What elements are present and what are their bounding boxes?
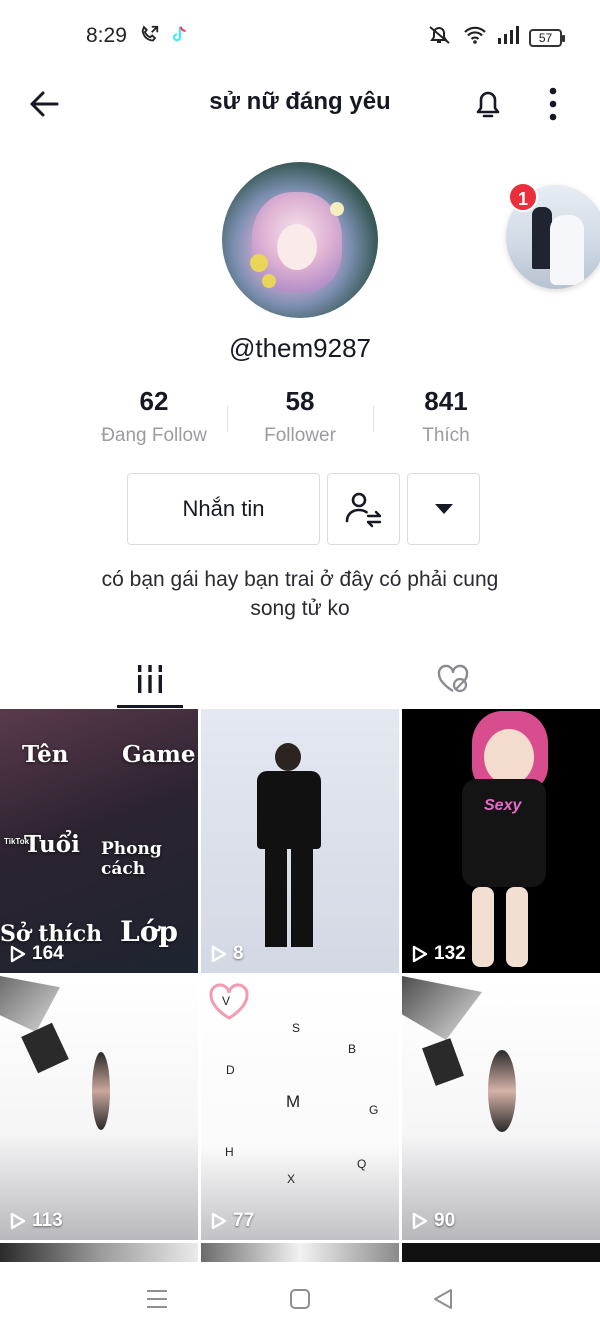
notification-bell-button[interactable] [466,82,510,126]
more-vertical-icon [549,87,557,121]
back-nav-button[interactable] [423,1282,463,1316]
suggestions-dropdown-button[interactable] [407,473,480,545]
video-thumbnail[interactable]: 90 [402,976,600,1240]
play-icon [412,945,428,963]
stat-following[interactable]: 62 Đang Follow [81,386,227,447]
profile-bio: có bạn gái hay bạn trai ở đây có phải cu… [101,568,499,620]
phone-call-icon [138,24,160,51]
recent-apps-button[interactable] [137,1282,177,1316]
menu-lines-icon [147,1290,167,1308]
friend-status-button[interactable] [327,473,400,545]
triangle-back-icon [434,1289,452,1309]
caret-down-icon [434,504,453,514]
notification-count-badge: 1 [508,182,538,212]
status-bar: 8:29 57 [0,0,600,76]
play-icon [10,1212,26,1230]
video-thumbnail[interactable]: Tên Game Tuổi Phong cách Sở thích Lớp Ti… [0,709,198,973]
friends-swap-icon [345,492,381,528]
signal-icon [497,25,519,50]
tiktok-notification-icon [168,24,190,51]
username: @them9287 [228,333,372,363]
system-navigation-bar [0,1262,600,1333]
tab-videos[interactable] [117,650,183,708]
more-options-button[interactable] [534,82,572,126]
profile-avatar[interactable] [222,162,378,318]
view-count: 164 [10,943,64,965]
view-count: 8 [211,943,244,965]
back-arrow-icon [30,91,59,117]
tiktok-watermark: TikTok [4,837,30,846]
back-button[interactable] [24,84,64,124]
shirt-text: Sexy [484,797,522,814]
tab-active-indicator [117,705,183,708]
bell-icon [476,91,500,118]
status-time: 8:29 [86,24,127,47]
stat-likes: 841 Thích [422,386,470,446]
play-icon [211,1212,227,1230]
video-grid: Tên Game Tuổi Phong cách Sở thích Lớp Ti… [0,709,600,1269]
video-thumbnail[interactable]: 8 [201,709,399,973]
overlay-label: Phong cách [101,839,162,879]
view-count: 113 [10,1210,63,1232]
video-thumbnail[interactable]: V S B D M G H Q X 77 [201,976,399,1240]
tab-liked-videos[interactable] [420,650,486,708]
play-icon [211,945,227,963]
battery-icon: 57 [529,28,565,47]
mute-icon [427,24,453,51]
profile-header: sử nữ đáng yêu [0,76,600,132]
overlay-label: Tuổi [24,831,80,858]
overlay-label: Tên [22,741,69,768]
heart-hidden-icon [437,664,469,693]
message-button[interactable]: Nhắn tin [127,473,320,545]
overlay-label: Game [122,741,196,768]
overlay-label: Lớp [120,915,178,948]
grid-bars-icon [138,665,162,693]
home-button[interactable] [280,1282,320,1316]
page-title: sử nữ đáng yêu [209,88,391,115]
view-count: 132 [412,943,466,965]
video-thumbnail[interactable]: Sexy 132 [402,709,600,973]
view-count: 90 [412,1210,455,1232]
view-count: 77 [211,1210,254,1232]
wifi-icon [463,25,487,50]
play-icon [10,945,26,963]
square-icon [290,1289,310,1309]
video-thumbnail[interactable]: 113 [0,976,198,1240]
stat-followers[interactable]: 58 Follower [227,386,373,447]
play-icon [412,1212,428,1230]
